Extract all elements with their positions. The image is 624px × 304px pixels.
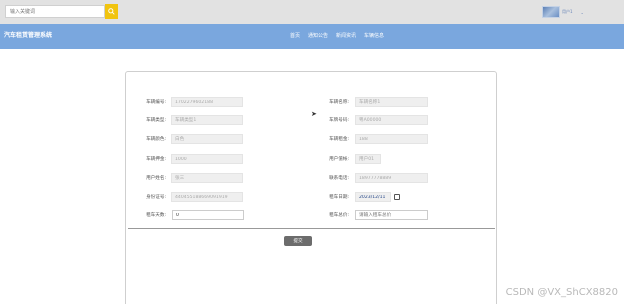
nav-item-cars[interactable]: 车辆信息 xyxy=(364,32,384,39)
plate-number-field[interactable] xyxy=(355,115,428,125)
car-deposit-label: 车辆押金: xyxy=(146,157,166,162)
car-deposit-field[interactable] xyxy=(171,154,243,164)
rental-days-field[interactable] xyxy=(172,210,244,220)
car-rent-label: 车辆租金: xyxy=(329,137,349,142)
nav-item-notices[interactable]: 通知公告 xyxy=(308,32,328,39)
rental-form-card: 车辆编号: 车辆类型: 车辆颜色: 车辆押金: 用户姓名: 身份证号: 租车天数… xyxy=(125,71,497,304)
nav-item-news[interactable]: 新闻资讯 xyxy=(336,32,356,39)
chevron-down-icon[interactable]: ⌄ xyxy=(581,10,584,15)
calendar-icon[interactable] xyxy=(394,194,400,200)
user-account-label: 用户值帐: xyxy=(329,157,349,162)
car-number-label: 车辆编号: xyxy=(146,100,166,105)
search-icon xyxy=(108,8,115,15)
rental-days-label: 租车天数: xyxy=(146,213,166,218)
top-bar: 用户1 ⌄ xyxy=(0,0,624,24)
total-price-field[interactable] xyxy=(355,210,428,220)
rental-date-label: 租车日期: xyxy=(329,195,349,200)
user-name-field[interactable] xyxy=(171,173,243,183)
user-name[interactable]: 用户1 xyxy=(562,9,573,15)
avatar[interactable] xyxy=(542,6,560,18)
id-number-field[interactable] xyxy=(171,192,243,202)
total-price-label: 租车总价: xyxy=(329,213,349,218)
car-type-label: 车辆类型: xyxy=(146,118,166,123)
user-name-label: 用户姓名: xyxy=(146,176,166,181)
car-number-field[interactable] xyxy=(171,97,243,107)
user-account-field[interactable] xyxy=(355,154,381,164)
submit-button[interactable]: 提交 xyxy=(284,236,312,246)
search-input[interactable] xyxy=(5,5,105,18)
car-color-field[interactable] xyxy=(171,134,243,144)
nav-item-home[interactable]: 首页 xyxy=(290,32,300,39)
car-type-field[interactable] xyxy=(171,115,243,125)
id-number-label: 身份证号: xyxy=(146,195,166,200)
site-title[interactable]: 汽车租赁管理系统 xyxy=(4,30,52,39)
mouse-cursor-icon: ➤ xyxy=(311,110,317,118)
car-name-field[interactable] xyxy=(355,97,428,107)
car-color-label: 车辆颜色: xyxy=(146,137,166,142)
rental-date-field[interactable] xyxy=(355,192,391,202)
search-button[interactable] xyxy=(105,4,118,19)
user-menu[interactable]: 用户1 ⌄ xyxy=(542,6,584,18)
nav-menu: 首页 通知公告 新闻资讯 车辆信息 xyxy=(290,32,384,39)
phone-field[interactable] xyxy=(355,173,428,183)
car-rent-field[interactable] xyxy=(355,134,428,144)
watermark: CSDN @VX_ShCX8820 xyxy=(505,287,618,298)
car-name-label: 车辆名称: xyxy=(329,100,349,105)
nav-bar: 汽车租赁管理系统 首页 通知公告 新闻资讯 车辆信息 xyxy=(0,24,624,49)
phone-label: 联系电话: xyxy=(329,176,349,181)
form-divider xyxy=(128,228,495,229)
